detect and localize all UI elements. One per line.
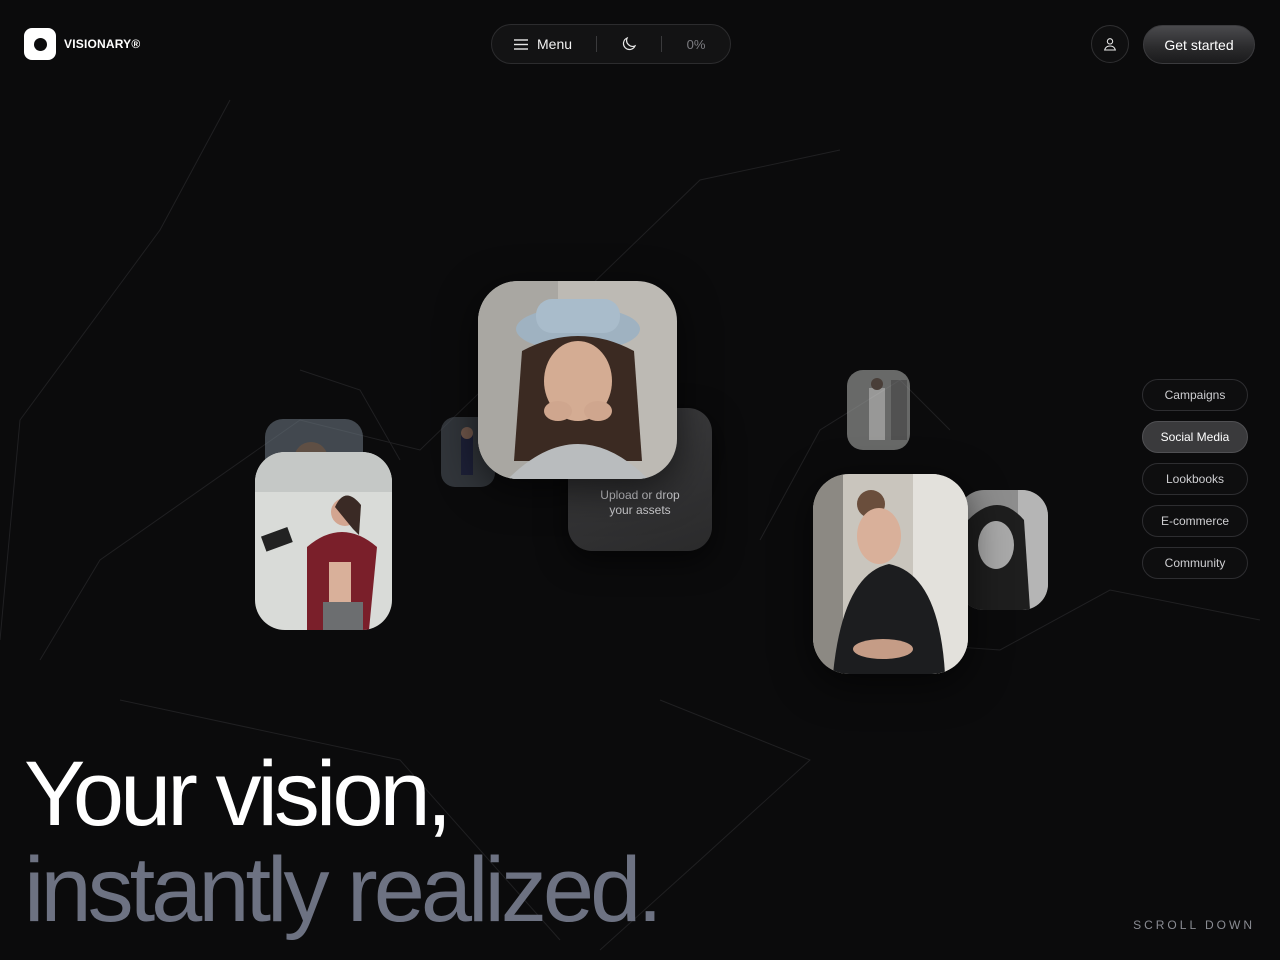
hero-headline-line-1: Your vision, xyxy=(24,743,452,845)
brand-name: VISIONARY® xyxy=(64,37,141,51)
top-nav-pill: Menu 0% xyxy=(491,24,731,64)
upload-line-1: Upload or drop xyxy=(600,488,680,502)
logo-mark-icon xyxy=(24,28,56,60)
tag-campaigns[interactable]: Campaigns xyxy=(1142,379,1248,411)
menu-label: Menu xyxy=(537,36,573,52)
photo-card-red-coat[interactable] xyxy=(255,452,392,630)
moon-icon xyxy=(622,36,637,51)
tag-community[interactable]: Community xyxy=(1142,547,1248,579)
tag-e-commerce[interactable]: E-commerce xyxy=(1142,505,1248,537)
brand-logo[interactable]: VISIONARY® xyxy=(24,28,140,60)
upload-text: Upload or drop your assets xyxy=(568,488,712,518)
photo-card-blue-hat[interactable] xyxy=(478,281,677,479)
photo-card-bw-portrait[interactable] xyxy=(958,490,1048,610)
scroll-down-hint[interactable]: SCROLL DOWN xyxy=(1133,918,1255,932)
tag-social-media[interactable]: Social Media xyxy=(1142,421,1248,453)
account-button[interactable] xyxy=(1091,25,1129,63)
hero-headline-line-2: instantly realized. xyxy=(24,839,663,941)
tag-lookbooks[interactable]: Lookbooks xyxy=(1142,463,1248,495)
photo-card-white-outfit[interactable] xyxy=(847,370,910,450)
hamburger-icon xyxy=(514,38,528,50)
category-list: Campaigns Social Media Lookbooks E-comme… xyxy=(1142,379,1248,589)
menu-button[interactable]: Menu xyxy=(492,25,572,63)
photo-card-black-turtleneck[interactable] xyxy=(813,474,968,674)
theme-toggle-button[interactable] xyxy=(597,25,661,63)
get-started-button[interactable]: Get started xyxy=(1143,25,1255,64)
scroll-progress: 0% xyxy=(686,36,706,52)
user-icon xyxy=(1103,38,1117,51)
upload-line-2: your assets xyxy=(609,503,671,517)
